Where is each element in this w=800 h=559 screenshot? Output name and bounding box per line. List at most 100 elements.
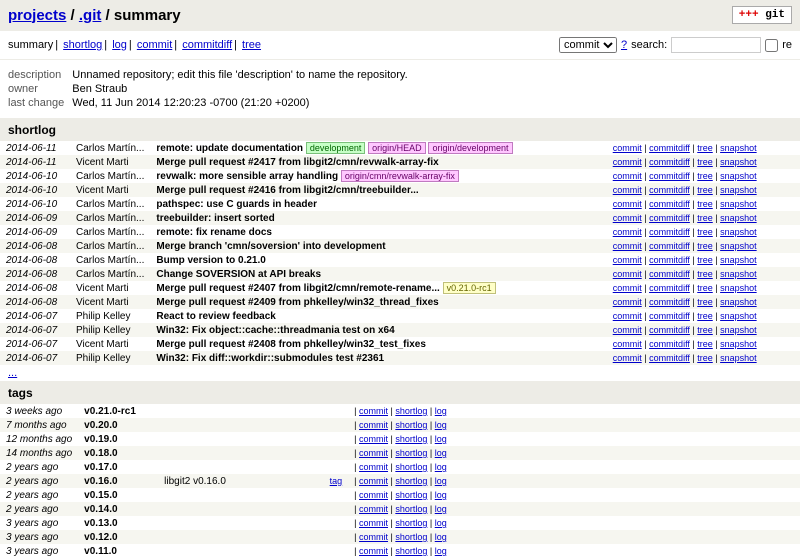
commit-link[interactable]: commit	[613, 199, 642, 209]
nav-log[interactable]: log	[112, 39, 127, 51]
tag-name[interactable]: v0.14.0	[78, 502, 158, 516]
ref-badge[interactable]: origin/development	[428, 142, 512, 154]
ref-badge[interactable]: origin/cmn/revwalk-array-fix	[341, 170, 459, 182]
commitdiff-link[interactable]: commitdiff	[649, 297, 690, 307]
commitdiff-link[interactable]: commitdiff	[649, 311, 690, 321]
commit-subject[interactable]: remote: update documentation development…	[150, 141, 606, 155]
commit-link[interactable]: commit	[613, 227, 642, 237]
nav-commitdiff[interactable]: commitdiff	[182, 39, 232, 51]
tag-name[interactable]: v0.17.0	[78, 460, 158, 474]
tree-link[interactable]: tree	[697, 269, 713, 279]
commitdiff-link[interactable]: commitdiff	[649, 227, 690, 237]
commit-subject[interactable]: remote: fix rename docs	[150, 225, 606, 239]
tag-name[interactable]: v0.15.0	[78, 488, 158, 502]
tree-link[interactable]: tree	[697, 339, 713, 349]
commitdiff-link[interactable]: commitdiff	[649, 157, 690, 167]
commit-link[interactable]: commit	[613, 325, 642, 335]
log-link[interactable]: log	[435, 518, 447, 528]
snapshot-link[interactable]: snapshot	[720, 283, 757, 293]
commit-link[interactable]: commit	[613, 255, 642, 265]
snapshot-link[interactable]: snapshot	[720, 213, 757, 223]
shortlog-link[interactable]: shortlog	[395, 462, 427, 472]
commit-subject[interactable]: pathspec: use C guards in header	[150, 197, 606, 211]
commit-subject[interactable]: Win32: Fix object::cache::threadmania te…	[150, 323, 606, 337]
commit-link[interactable]: commit	[613, 143, 642, 153]
tag-name[interactable]: v0.18.0	[78, 446, 158, 460]
search-help-link[interactable]: ?	[621, 39, 627, 51]
snapshot-link[interactable]: snapshot	[720, 185, 757, 195]
tag-name[interactable]: v0.11.0	[78, 544, 158, 558]
commit-link[interactable]: commit	[359, 476, 388, 486]
repo-link[interactable]: .git	[79, 7, 102, 24]
tree-link[interactable]: tree	[697, 171, 713, 181]
snapshot-link[interactable]: snapshot	[720, 171, 757, 181]
commitdiff-link[interactable]: commitdiff	[649, 171, 690, 181]
search-re-checkbox[interactable]	[765, 39, 778, 52]
snapshot-link[interactable]: snapshot	[720, 353, 757, 363]
snapshot-link[interactable]: snapshot	[720, 339, 757, 349]
snapshot-link[interactable]: snapshot	[720, 269, 757, 279]
git-logo[interactable]: +++ git	[732, 6, 792, 24]
log-link[interactable]: log	[435, 504, 447, 514]
commit-subject[interactable]: Merge pull request #2408 from phkelley/w…	[150, 337, 606, 351]
search-type-select[interactable]: commit	[559, 37, 617, 53]
commit-link[interactable]: commit	[613, 283, 642, 293]
shortlog-link[interactable]: shortlog	[395, 504, 427, 514]
nav-tree[interactable]: tree	[242, 39, 261, 51]
tree-link[interactable]: tree	[697, 213, 713, 223]
commit-link[interactable]: commit	[613, 297, 642, 307]
shortlog-more[interactable]: ...	[0, 365, 800, 381]
commitdiff-link[interactable]: commitdiff	[649, 255, 690, 265]
commit-link[interactable]: commit	[359, 518, 388, 528]
commit-link[interactable]: commit	[613, 269, 642, 279]
tree-link[interactable]: tree	[697, 157, 713, 167]
tag-name[interactable]: v0.19.0	[78, 432, 158, 446]
snapshot-link[interactable]: snapshot	[720, 241, 757, 251]
tree-link[interactable]: tree	[697, 185, 713, 195]
commitdiff-link[interactable]: commitdiff	[649, 269, 690, 279]
commit-subject[interactable]: Change SOVERSION at API breaks	[150, 267, 606, 281]
snapshot-link[interactable]: snapshot	[720, 199, 757, 209]
commit-subject[interactable]: Merge pull request #2417 from libgit2/cm…	[150, 155, 606, 169]
commit-link[interactable]: commit	[613, 241, 642, 251]
tree-link[interactable]: tree	[697, 255, 713, 265]
log-link[interactable]: log	[435, 476, 447, 486]
log-link[interactable]: log	[435, 546, 447, 556]
tag-name[interactable]: v0.13.0	[78, 516, 158, 530]
snapshot-link[interactable]: snapshot	[720, 227, 757, 237]
tree-link[interactable]: tree	[697, 325, 713, 335]
commit-subject[interactable]: Merge pull request #2409 from phkelley/w…	[150, 295, 606, 309]
commit-subject[interactable]: Merge branch 'cmn/soversion' into develo…	[150, 239, 606, 253]
snapshot-link[interactable]: snapshot	[720, 297, 757, 307]
search-input[interactable]	[671, 37, 761, 53]
tree-link[interactable]: tree	[697, 241, 713, 251]
commitdiff-link[interactable]: commitdiff	[649, 283, 690, 293]
ref-badge[interactable]: development	[306, 142, 366, 154]
commit-link[interactable]: commit	[359, 546, 388, 556]
shortlog-link[interactable]: shortlog	[395, 420, 427, 430]
log-link[interactable]: log	[435, 462, 447, 472]
commit-link[interactable]: commit	[359, 462, 388, 472]
log-link[interactable]: log	[435, 406, 447, 416]
commit-link[interactable]: commit	[613, 339, 642, 349]
commit-link[interactable]: commit	[613, 157, 642, 167]
log-link[interactable]: log	[435, 532, 447, 542]
tag-link[interactable]: tag	[330, 476, 343, 486]
commit-link[interactable]: commit	[613, 213, 642, 223]
commit-link[interactable]: commit	[613, 353, 642, 363]
snapshot-link[interactable]: snapshot	[720, 311, 757, 321]
shortlog-link[interactable]: shortlog	[395, 518, 427, 528]
commit-subject[interactable]: Win32: Fix diff::workdir::submodules tes…	[150, 351, 606, 365]
ref-badge[interactable]: origin/HEAD	[368, 142, 426, 154]
commitdiff-link[interactable]: commitdiff	[649, 143, 690, 153]
commit-link[interactable]: commit	[359, 532, 388, 542]
commit-link[interactable]: commit	[359, 448, 388, 458]
commitdiff-link[interactable]: commitdiff	[649, 325, 690, 335]
tree-link[interactable]: tree	[697, 297, 713, 307]
shortlog-link[interactable]: shortlog	[395, 476, 427, 486]
shortlog-link[interactable]: shortlog	[395, 532, 427, 542]
commitdiff-link[interactable]: commitdiff	[649, 199, 690, 209]
ref-badge[interactable]: v0.21.0-rc1	[443, 282, 496, 294]
tree-link[interactable]: tree	[697, 311, 713, 321]
tag-name[interactable]: v0.12.0	[78, 530, 158, 544]
